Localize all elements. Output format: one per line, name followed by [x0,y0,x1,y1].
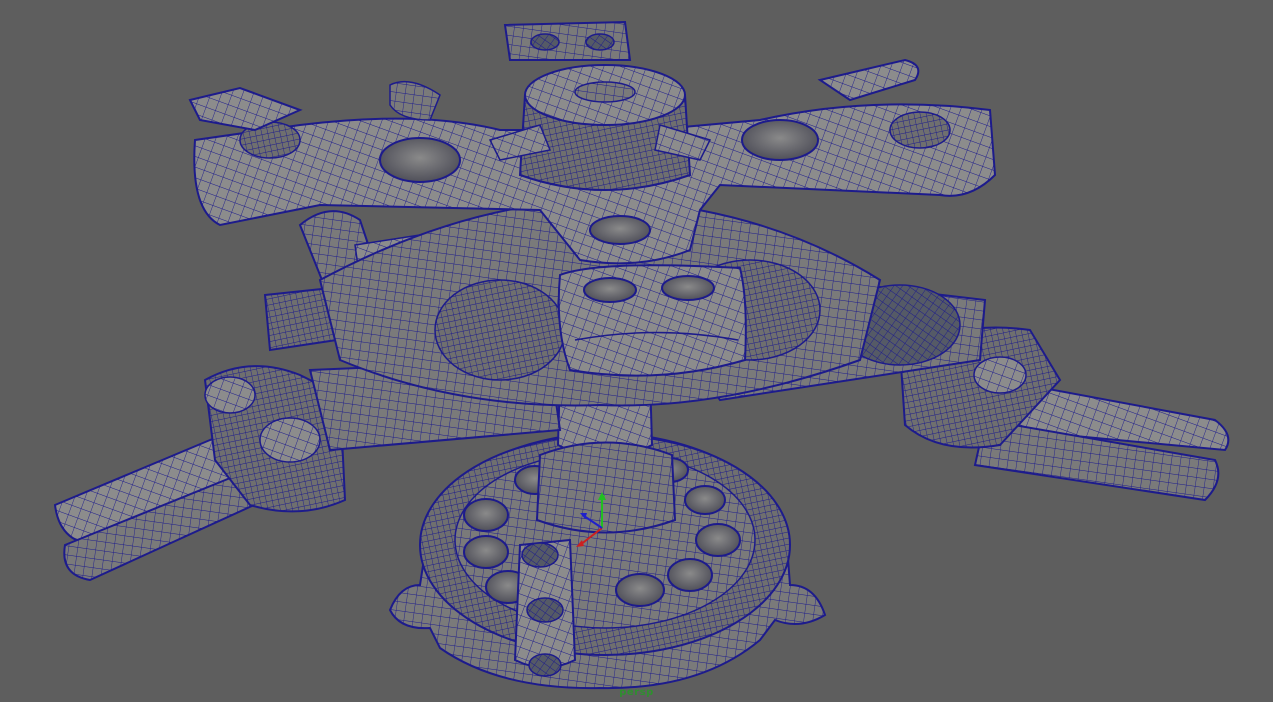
rotor-hub-mesh-icon[interactable]: y [0,0,1273,702]
svg-text:y: y [600,493,606,503]
camera-name-label: persp [619,687,654,698]
front-hub-block[interactable] [557,264,747,377]
perspective-viewport[interactable]: y persp [0,0,1273,702]
pitch-link[interactable] [513,538,577,677]
hub-cap[interactable] [488,64,712,191]
